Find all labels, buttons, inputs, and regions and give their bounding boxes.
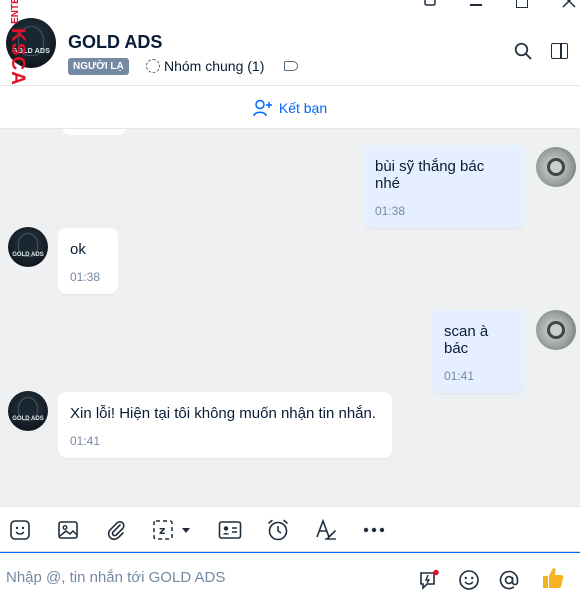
close-window-button[interactable] — [562, 0, 576, 8]
message-text: Xin lỗi! Hiện tại tôi không muốn nhận ti… — [70, 405, 377, 422]
toggle-info-panel-icon[interactable] — [551, 43, 568, 59]
add-friend-button[interactable]: Kết bạn — [0, 87, 580, 129]
more-icon[interactable] — [362, 518, 386, 542]
my-avatar[interactable] — [536, 310, 576, 350]
message-time: 01:41 — [70, 434, 101, 448]
lock-icon[interactable] — [423, 0, 437, 8]
contact-card-icon[interactable] — [218, 518, 242, 542]
message-text: bùi sỹ thắng bác nhé — [375, 158, 485, 192]
message-input[interactable] — [6, 565, 396, 589]
format-icon[interactable] — [314, 518, 338, 542]
message-bubble-outgoing[interactable]: scan à bác 01:41 — [432, 310, 525, 393]
search-icon[interactable] — [514, 42, 532, 60]
message-bubble-outgoing[interactable]: bùi sỹ thắng bác nhé 01:38 — [363, 145, 525, 228]
contact-avatar-small[interactable]: GOLD ADS — [8, 391, 48, 431]
tag-icon[interactable] — [284, 61, 298, 71]
contact-avatar-small[interactable]: GOLD ADS — [8, 227, 48, 267]
mention-icon[interactable] — [498, 569, 520, 591]
image-icon[interactable] — [56, 518, 80, 542]
add-friend-label: Kết bạn — [278, 99, 328, 116]
message-text: scan à bác — [444, 323, 489, 357]
message-bubble-incoming[interactable]: Xin lỗi! Hiện tại tôi không muốn nhận ti… — [58, 392, 392, 458]
group-icon — [146, 59, 160, 73]
watermark-line1: ENTER — [10, 0, 21, 24]
composer — [0, 552, 580, 600]
message-time: 01:38 — [375, 204, 406, 218]
screenshot-icon[interactable]: z — [152, 518, 194, 542]
minimize-button[interactable] — [470, 4, 482, 6]
contact-name[interactable]: GOLD ADS — [68, 32, 162, 53]
like-icon[interactable] — [540, 565, 566, 591]
maximize-button[interactable] — [516, 0, 528, 8]
previous-message-bubble — [62, 129, 126, 135]
message-bubble-incoming[interactable]: ok 01:38 — [58, 228, 118, 294]
reminder-icon[interactable] — [266, 518, 290, 542]
emoji-icon[interactable] — [458, 569, 480, 591]
message-text: ok — [70, 241, 86, 258]
svg-text:z: z — [159, 524, 165, 537]
message-time: 01:38 — [70, 270, 101, 284]
stranger-badge: NGƯỜI LẠ — [68, 58, 129, 75]
attachment-icon[interactable] — [104, 518, 128, 542]
quick-message-icon[interactable] — [418, 569, 440, 591]
avatar-text: GOLD ADS — [12, 252, 44, 258]
sticker-icon[interactable] — [8, 518, 32, 542]
message-list[interactable]: bùi sỹ thắng bác nhé 01:38 GOLD ADS ok 0… — [0, 129, 580, 506]
avatar-text: GOLD ADS — [12, 416, 44, 422]
composer-toolbar: z — [0, 506, 580, 552]
common-groups-link[interactable]: Nhóm chung (1) — [146, 58, 264, 74]
chat-header: GOLD ADS GOLD ADS NGƯỜI LẠ Nhóm chung (1… — [0, 12, 580, 86]
add-friend-icon — [253, 99, 272, 116]
my-avatar[interactable] — [536, 147, 576, 187]
message-time: 01:41 — [444, 369, 475, 383]
common-groups-label: Nhóm chung (1) — [164, 58, 265, 74]
